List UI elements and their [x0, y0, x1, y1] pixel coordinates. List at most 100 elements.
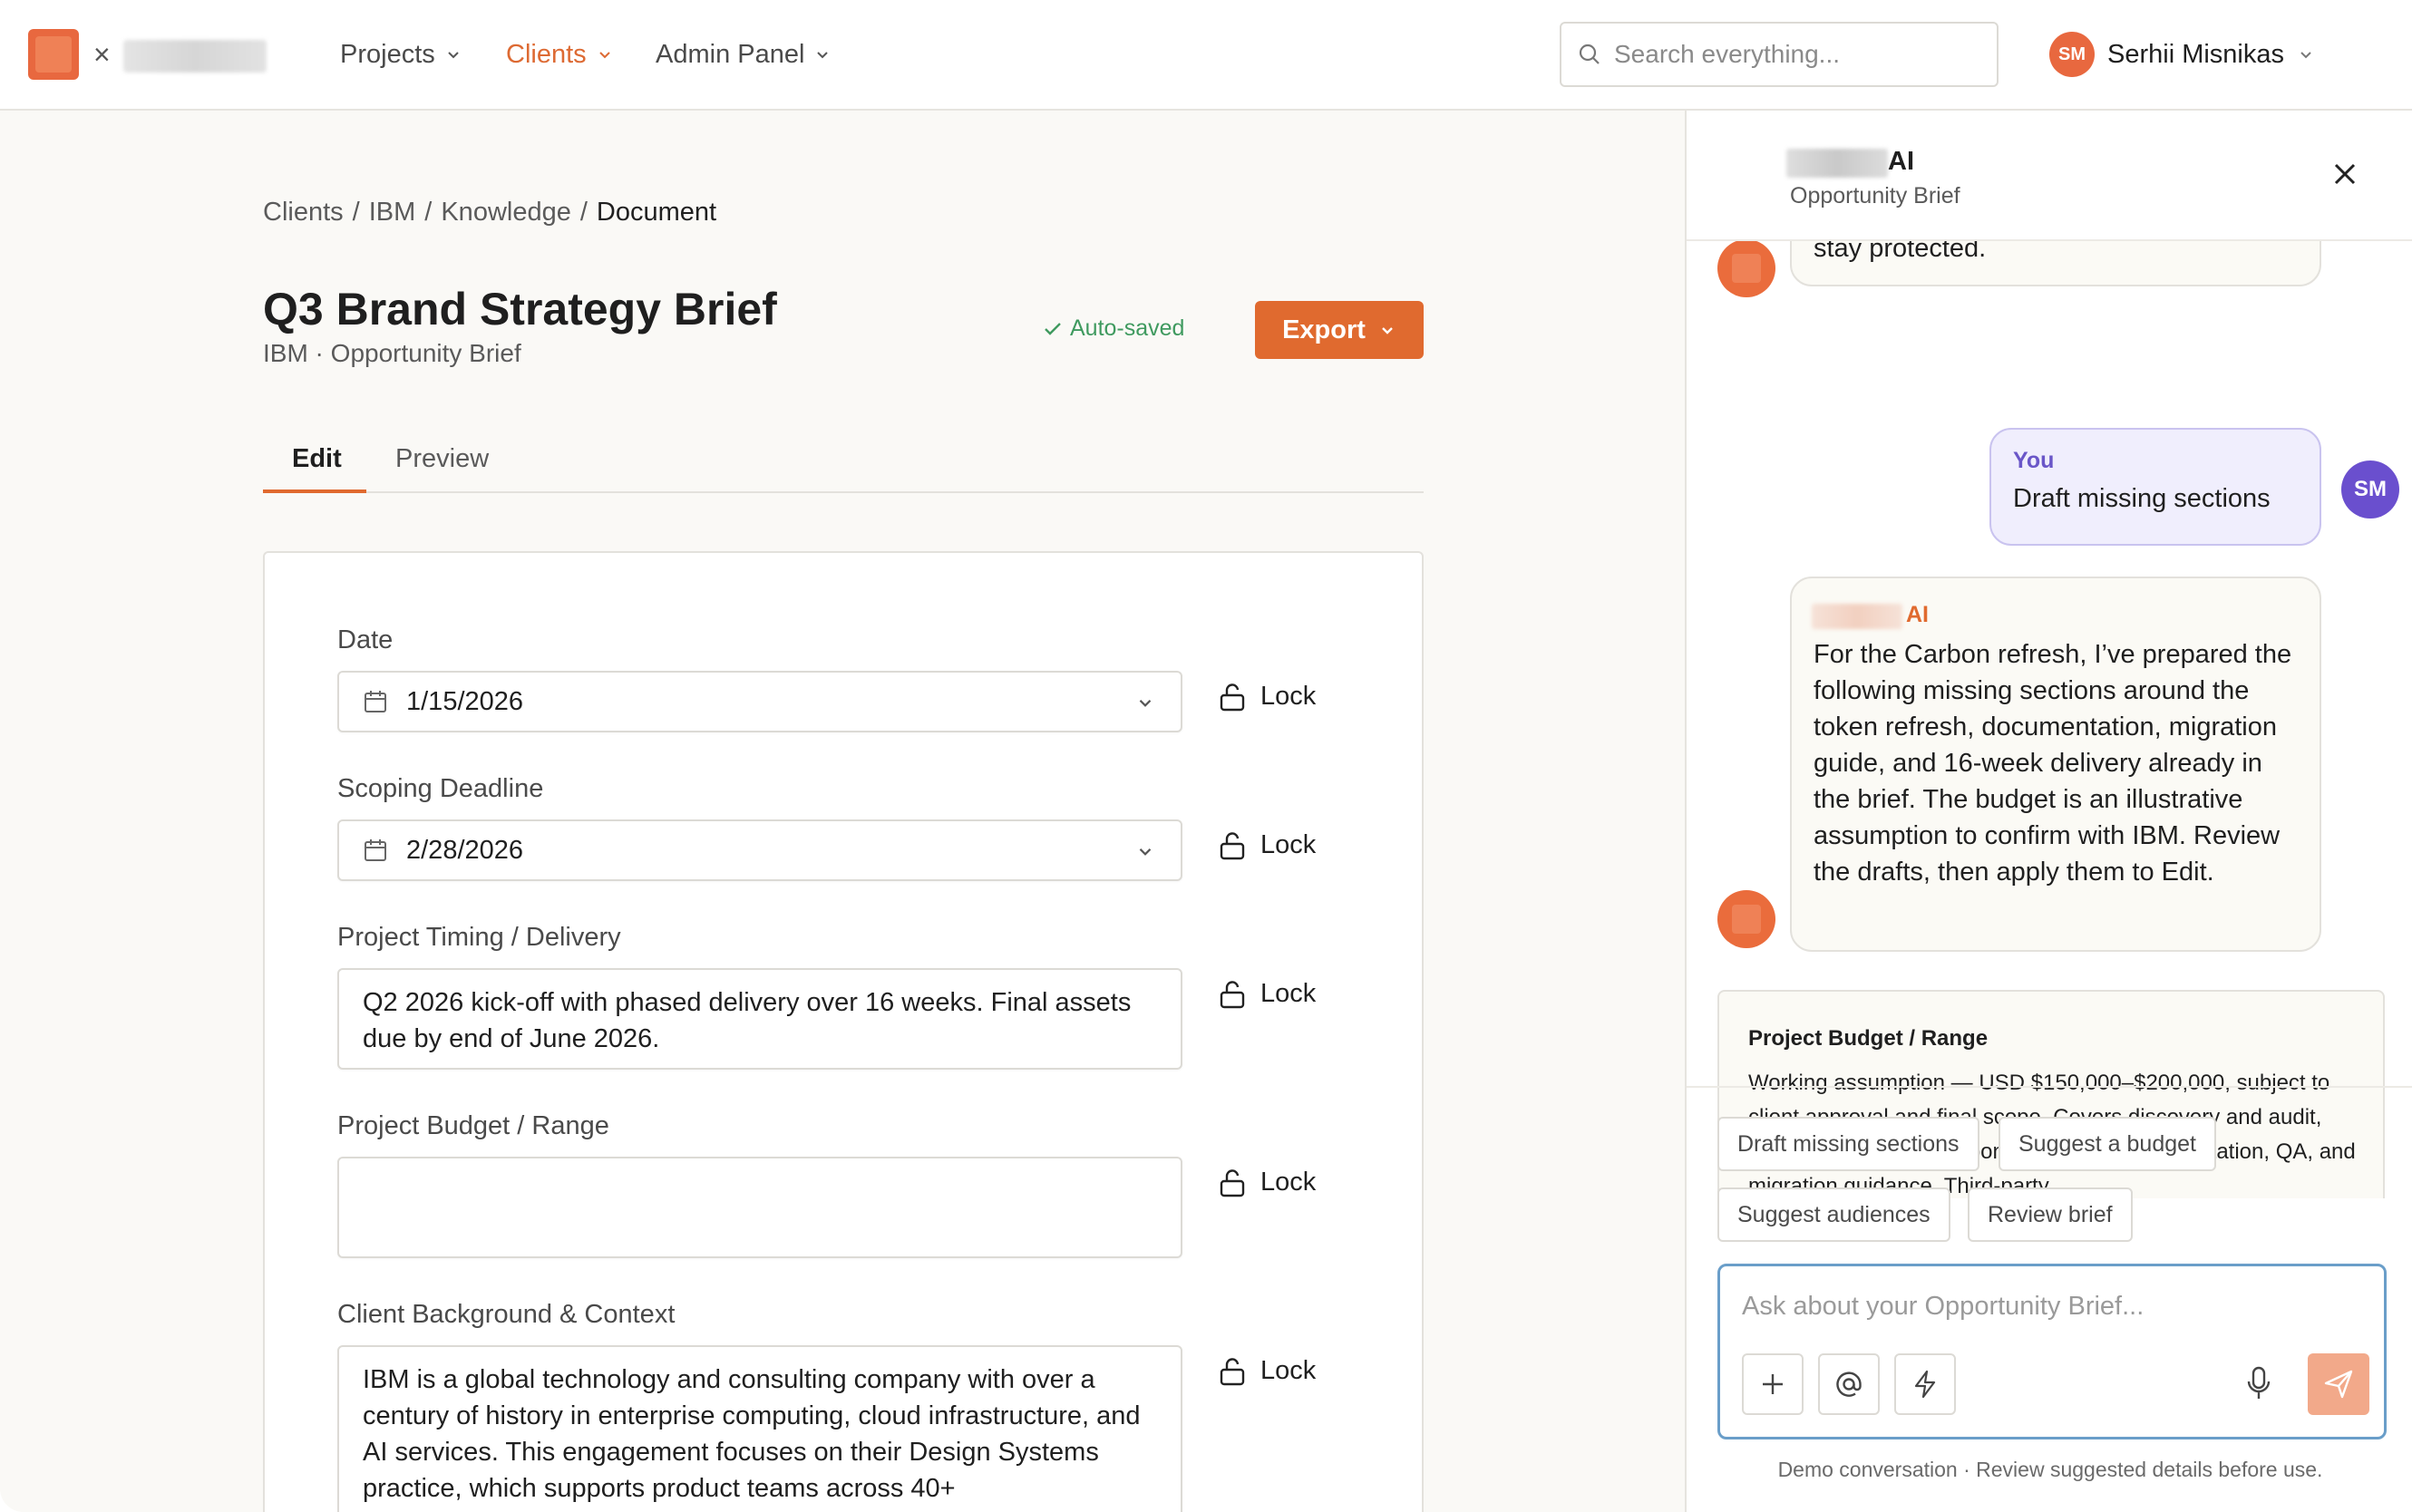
breadcrumb: Clients / IBM / Knowledge / Document	[263, 198, 716, 228]
calendar-icon	[365, 691, 386, 712]
chip-suggest-budget[interactable]: Suggest a budget	[1999, 1117, 2216, 1171]
autosave-status: Auto-saved	[1043, 315, 1184, 342]
unlock-icon	[1220, 980, 1245, 1008]
lock-label: Lock	[1260, 682, 1317, 711]
unlock-icon	[1220, 683, 1245, 711]
unlock-icon	[1220, 831, 1245, 859]
nav-projects-label: Projects	[340, 39, 435, 69]
disclaimer-text: Demo conversation · Review suggested det…	[1777, 1458, 2323, 1481]
export-button[interactable]: Export	[1255, 301, 1424, 359]
message-list[interactable]: stay protected. You Draft missing sectio…	[1687, 241, 2412, 1198]
project-timing-field[interactable]: Q2 2026 kick-off with phased delivery ov…	[337, 968, 1182, 1070]
ai-message-label: AI	[1906, 602, 1929, 627]
lock-toggle-scoping-deadline[interactable]: Lock	[1219, 830, 1316, 860]
lock-toggle-date[interactable]: Lock	[1219, 682, 1316, 712]
crumb-knowledge[interactable]: Knowledge	[441, 198, 571, 228]
chevron-down-icon	[598, 52, 610, 59]
top-nav: × Projects Clients Admin Panel Search ev…	[0, 0, 2412, 111]
plus-icon	[1763, 1374, 1783, 1394]
ai-message-text: For the Carbon refresh, I’ve prepared th…	[1814, 640, 2292, 887]
user-message: You Draft missing sections	[1989, 428, 2321, 546]
field-label-scoping-deadline: Scoping Deadline	[337, 774, 544, 803]
tab-edit[interactable]: Edit	[292, 444, 342, 474]
page-title: Q3 Brand Strategy Brief	[263, 284, 777, 334]
search-icon	[1579, 44, 1600, 64]
chip-review-brief[interactable]: Review brief	[1968, 1187, 2133, 1242]
chat-composer[interactable]: Ask about your Opportunity Brief...	[1717, 1264, 2387, 1439]
search-placeholder: Search everything...	[1614, 40, 1841, 68]
divider	[1687, 1086, 2412, 1088]
ai-message: AI For the Carbon refresh, I’ve prepared…	[1790, 577, 2321, 952]
crumb-document: Document	[596, 198, 717, 227]
date-field[interactable]: 1/15/2026	[337, 671, 1182, 732]
export-label: Export	[1282, 315, 1366, 344]
user-avatar: SM	[2341, 460, 2399, 519]
lock-label: Lock	[1260, 1356, 1317, 1385]
document-editor: Clients / IBM / Knowledge / Document Q3 …	[0, 111, 1685, 1512]
user-message-label: You	[2013, 448, 2055, 473]
scoping-deadline-value: 2/28/2026	[406, 835, 524, 865]
field-label-date: Date	[337, 625, 394, 654]
nav-admin-panel[interactable]: Admin Panel	[656, 33, 832, 76]
chevron-down-icon	[448, 52, 459, 59]
scoping-deadline-field[interactable]: 2/28/2026	[337, 819, 1182, 881]
suggested-section-title: Project Budget / Range	[1748, 1026, 1989, 1051]
at-sign-icon	[1836, 1371, 1862, 1397]
panel-title: AI	[1888, 147, 1914, 176]
chip-draft-missing-sections[interactable]: Draft missing sections	[1717, 1117, 1979, 1171]
lock-label: Lock	[1260, 830, 1317, 859]
chevron-down-icon	[1139, 848, 1152, 856]
search-input[interactable]: Search everything...	[1560, 22, 1999, 87]
panel-header: AI Opportunity Brief	[1687, 111, 2412, 241]
close-icon[interactable]	[2330, 160, 2359, 189]
chip-suggest-audiences[interactable]: Suggest audiences	[1717, 1187, 1950, 1242]
microphone-icon[interactable]	[2246, 1366, 2271, 1401]
quick-actions-button[interactable]	[1894, 1353, 1956, 1415]
send-button[interactable]	[2308, 1353, 2369, 1415]
lock-toggle-client-background[interactable]: Lock	[1219, 1356, 1316, 1386]
ai-message: stay protected.	[1790, 241, 2321, 286]
mention-button[interactable]	[1818, 1353, 1880, 1415]
unlock-icon	[1220, 1357, 1245, 1385]
project-budget-field[interactable]	[337, 1157, 1182, 1258]
chevron-down-icon	[1382, 327, 1393, 334]
date-value: 1/15/2026	[406, 686, 524, 716]
user-message-text: Draft missing sections	[2013, 484, 2271, 513]
panel-subtitle: Opportunity Brief	[1790, 183, 1960, 208]
crumb-ibm[interactable]: IBM	[369, 198, 416, 228]
ai-message-text: stay protected.	[1814, 241, 1987, 263]
avatar: SM	[2049, 32, 2095, 77]
user-menu[interactable]: SM Serhii Misnikas	[2049, 29, 2315, 80]
client-background-field[interactable]: IBM is a global technology and consultin…	[337, 1345, 1182, 1512]
composer-input[interactable]: Ask about your Opportunity Brief...	[1742, 1292, 2144, 1322]
crumb-clients[interactable]: Clients	[263, 198, 344, 228]
send-icon	[2324, 1370, 2353, 1399]
crumb-separator: /	[424, 198, 433, 227]
ai-assistant-panel: AI Opportunity Brief stay protected. You…	[1685, 111, 2412, 1512]
lock-label: Lock	[1260, 979, 1317, 1008]
nav-clients[interactable]: Clients	[506, 33, 614, 76]
user-name: Serhii Misnikas	[2107, 39, 2284, 69]
page-subtitle: IBM · Opportunity Brief	[263, 339, 521, 367]
autosave-label: Auto-saved	[1070, 315, 1185, 341]
app-logo[interactable]	[28, 29, 79, 80]
tab-preview[interactable]: Preview	[395, 444, 489, 474]
unlock-icon	[1220, 1168, 1245, 1197]
tab-divider	[263, 491, 1424, 493]
field-label-project-timing: Project Timing / Delivery	[337, 923, 621, 952]
lock-toggle-project-budget[interactable]: Lock	[1219, 1168, 1316, 1197]
calendar-icon	[365, 839, 386, 861]
field-label-project-budget: Project Budget / Range	[337, 1111, 609, 1140]
crumb-separator: /	[352, 198, 360, 227]
lock-toggle-project-timing[interactable]: Lock	[1219, 979, 1316, 1009]
field-label-client-background: Client Background & Context	[337, 1300, 676, 1329]
close-icon: ×	[93, 38, 111, 71]
add-attachment-button[interactable]	[1742, 1353, 1804, 1415]
app-window: × Projects Clients Admin Panel Search ev…	[0, 0, 2412, 1512]
nav-clients-label: Clients	[506, 39, 587, 69]
lock-label: Lock	[1260, 1168, 1317, 1197]
chevron-down-icon	[2300, 52, 2311, 59]
assistant-avatar	[1717, 890, 1775, 948]
chevron-down-icon	[1139, 700, 1152, 707]
nav-projects[interactable]: Projects	[340, 33, 462, 76]
